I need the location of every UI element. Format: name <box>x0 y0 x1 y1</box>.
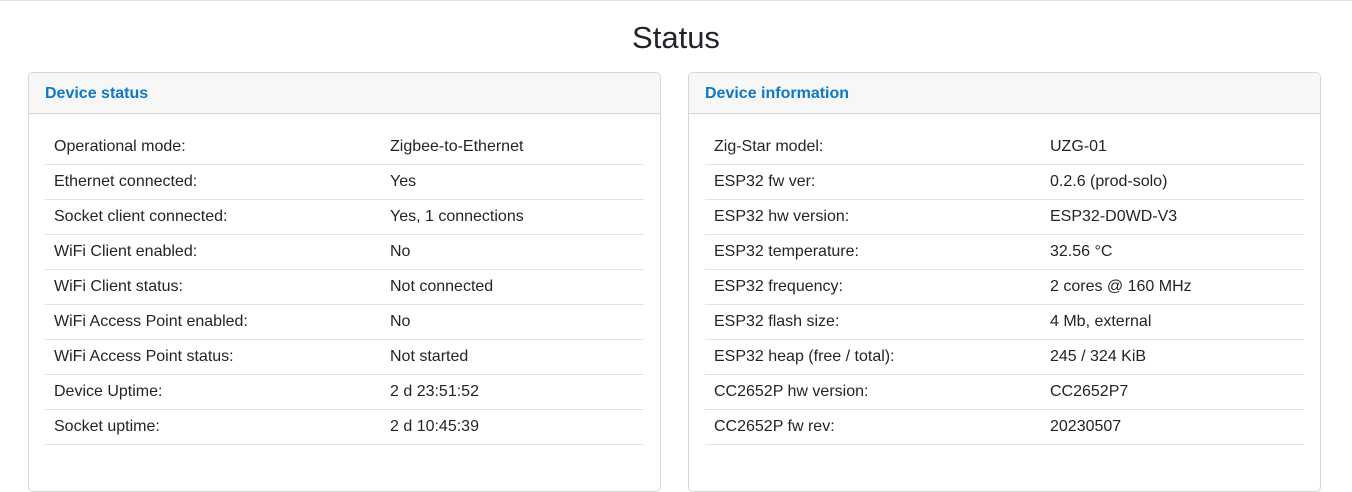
device-information-table: Zig-Star model: UZG-01 ESP32 fw ver: 0.2.6 … <box>689 114 1320 445</box>
row-label: ESP32 frequency: <box>714 278 843 295</box>
table-row: WiFi Client enabled: No <box>45 235 644 270</box>
table-row: Ethernet connected: Yes <box>45 165 644 200</box>
table-row: Socket client connected: Yes, 1 connectio… <box>45 200 644 235</box>
table-row: Device Uptime: 2 d 23:51:52 <box>45 375 644 410</box>
device-status-table: Operational mode: Zigbee-to-Ethernet Ether… <box>29 114 660 445</box>
row-label: WiFi Client status: <box>54 278 183 295</box>
table-row: CC2652P hw version: CC2652P7 <box>705 375 1304 410</box>
row-label: ESP32 hw version: <box>714 208 850 225</box>
table-row: WiFi Access Point status: Not started <box>45 340 644 375</box>
row-value: Yes, 1 connections <box>390 208 524 225</box>
table-row: ESP32 hw version: ESP32-D0WD-V3 <box>705 200 1304 235</box>
row-value: 245 / 324 KiB <box>1050 348 1147 365</box>
table-row: Operational mode: Zigbee-to-Ethernet <box>45 130 644 165</box>
row-label: WiFi Client enabled: <box>54 243 198 260</box>
row-value: ESP32-D0WD-V3 <box>1050 208 1178 225</box>
row-label: ESP32 fw ver: <box>714 173 816 190</box>
row-value: 32.56 °C <box>1050 243 1113 260</box>
row-value: CC2652P7 <box>1050 383 1129 400</box>
row-value: UZG-01 <box>1050 138 1107 155</box>
row-label: WiFi Access Point enabled: <box>54 313 248 330</box>
table-row: WiFi Access Point enabled: No <box>45 305 644 340</box>
table-row: ESP32 fw ver: 0.2.6 (prod-solo) <box>705 165 1304 200</box>
row-value: No <box>390 313 411 330</box>
row-value: 2 cores @ 160 MHz <box>1050 278 1192 295</box>
row-value: No <box>390 243 411 260</box>
row-value: 4 Mb, external <box>1050 313 1152 330</box>
row-label: Zig-Star model: <box>714 138 824 155</box>
row-label: ESP32 temperature: <box>714 243 859 260</box>
table-row: ESP32 heap (free / total): 245 / 324 KiB <box>705 340 1304 375</box>
row-label: Operational mode: <box>54 138 186 155</box>
device-information-card: Device information Zig-Star model: UZG-01… <box>688 72 1321 492</box>
row-value: Not connected <box>390 278 494 295</box>
row-label: Socket uptime: <box>54 418 160 435</box>
row-value: Yes <box>390 173 417 190</box>
row-value: Not started <box>390 348 469 365</box>
row-value: 20230507 <box>1050 418 1122 435</box>
row-label: WiFi Access Point status: <box>54 348 234 365</box>
device-status-card: Device status Operational mode: Zigbee-to… <box>28 72 661 492</box>
table-row: ESP32 flash size: 4 Mb, external <box>705 305 1304 340</box>
table-row: WiFi Client status: Not connected <box>45 270 644 305</box>
row-value: 0.2.6 (prod-solo) <box>1050 173 1168 190</box>
table-row: CC2652P fw rev: 20230507 <box>705 410 1304 445</box>
device-status-header: Device status <box>29 73 660 114</box>
row-label: Socket client connected: <box>54 208 228 225</box>
row-label: CC2652P hw version: <box>714 383 869 400</box>
row-label: ESP32 flash size: <box>714 313 840 330</box>
device-information-header: Device information <box>689 73 1320 114</box>
table-row: ESP32 frequency: 2 cores @ 160 MHz <box>705 270 1304 305</box>
row-label: ESP32 heap (free / total): <box>714 348 895 365</box>
table-row: Socket uptime: 2 d 10:45:39 <box>45 410 644 445</box>
row-label: Device Uptime: <box>54 383 163 400</box>
row-label: Ethernet connected: <box>54 173 198 190</box>
row-value: 2 d 23:51:52 <box>390 383 479 400</box>
row-value: 2 d 10:45:39 <box>390 418 479 435</box>
table-row: Zig-Star model: UZG-01 <box>705 130 1304 165</box>
page-title: Status <box>632 20 720 55</box>
table-row: ESP32 temperature: 32.56 °C <box>705 235 1304 270</box>
row-value: Zigbee-to-Ethernet <box>390 138 524 155</box>
row-label: CC2652P fw rev: <box>714 418 835 435</box>
